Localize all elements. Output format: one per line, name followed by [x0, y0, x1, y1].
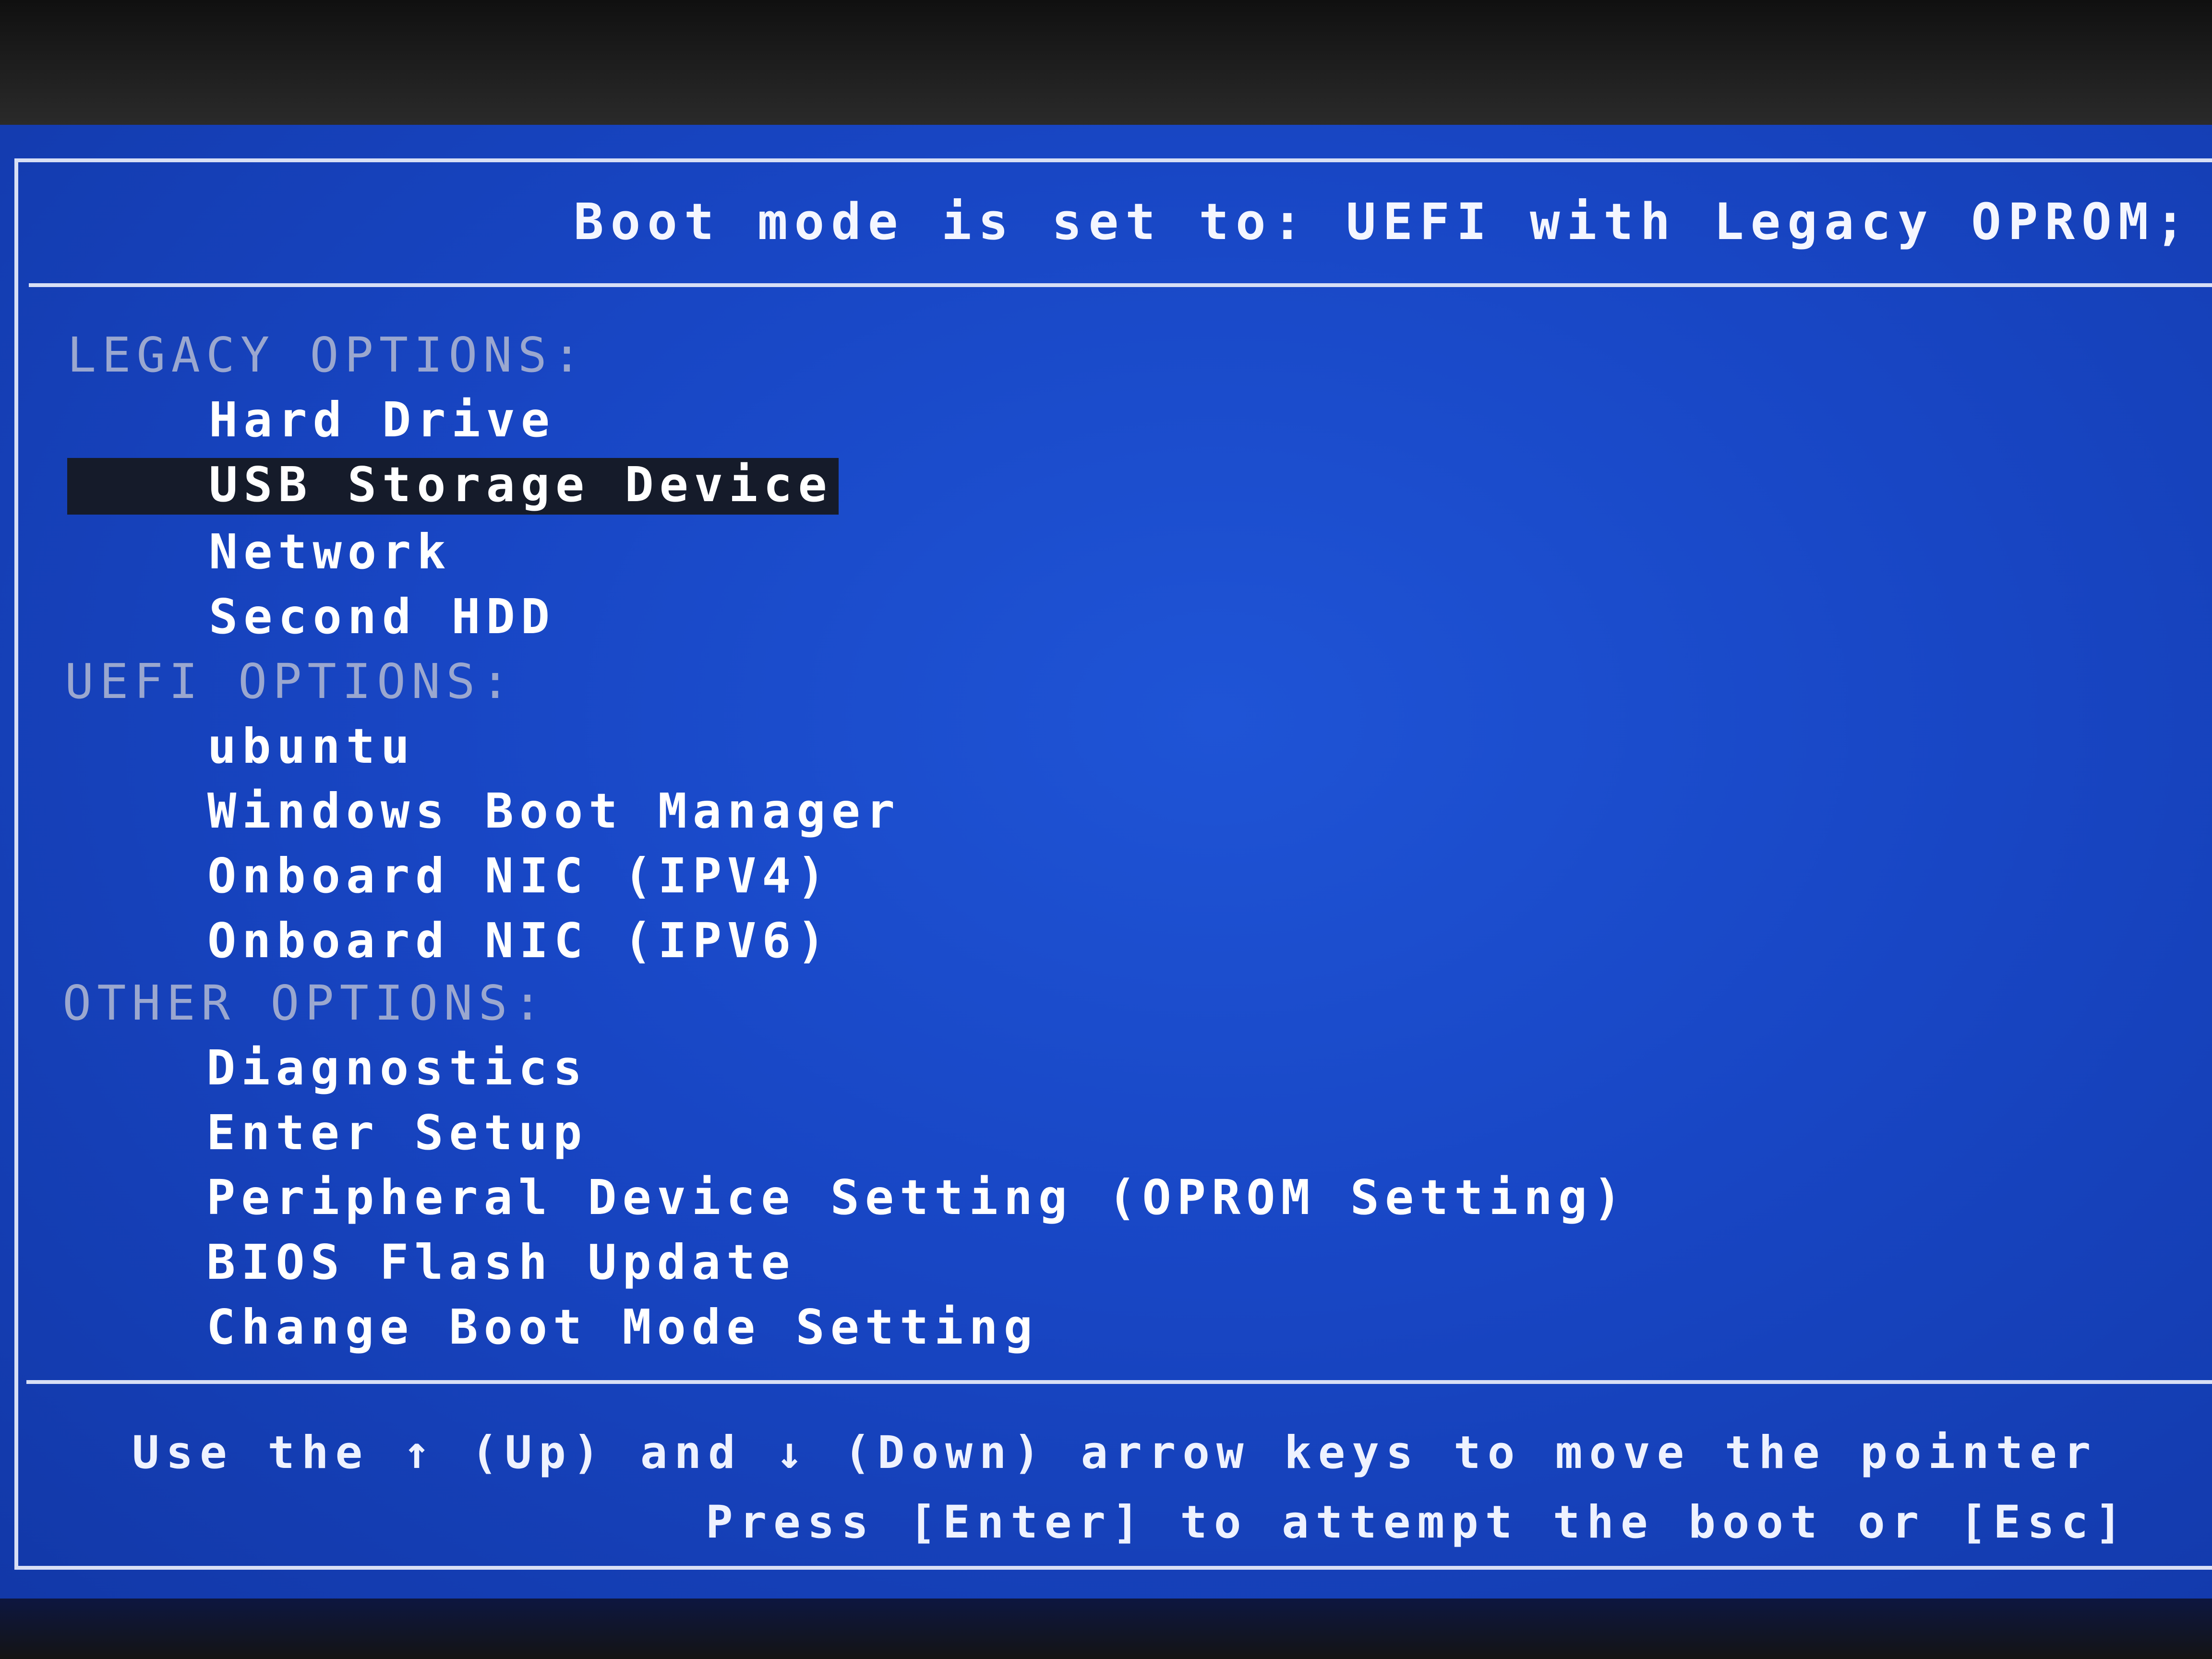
section-legacy-options: LEGACY OPTIONS: — [67, 327, 588, 383]
boot-item-windows-boot-manager[interactable]: Windows Boot Manager — [207, 787, 901, 835]
footer-action-hint: Press [Enter] to attempt the boot or [Es… — [706, 1496, 2129, 1549]
boot-item-onboard-nic-ipv6[interactable]: Onboard NIC (IPV6) — [207, 917, 831, 965]
boot-item-network[interactable]: Network — [209, 528, 451, 576]
other-item-diagnostics[interactable]: Diagnostics — [206, 1044, 588, 1092]
boot-item-second-hdd[interactable]: Second HDD — [209, 593, 555, 641]
boot-item-hard-drive[interactable]: Hard Drive — [209, 396, 555, 444]
section-uefi-options: UEFI OPTIONS: — [65, 653, 516, 709]
footer-navigation-hint: Use the ↑ (Up) and ↓ (Down) arrow keys t… — [132, 1427, 2098, 1479]
boot-item-usb-storage-device[interactable]: USB Storage Device — [67, 458, 839, 515]
bios-boot-screen: Boot mode is set to: UEFI with Legacy OP… — [0, 125, 2212, 1608]
footer-divider — [26, 1380, 2212, 1384]
boot-item-ubuntu[interactable]: ubuntu — [207, 722, 415, 770]
monitor-bezel-top — [0, 0, 2212, 125]
other-item-peripheral-device-setting[interactable]: Peripheral Device Setting (OPROM Setting… — [206, 1174, 1627, 1222]
header-divider — [29, 283, 2212, 287]
other-item-bios-flash-update[interactable]: BIOS Flash Update — [206, 1238, 796, 1286]
other-item-enter-setup[interactable]: Enter Setup — [206, 1109, 588, 1157]
monitor-bezel-bottom — [0, 1599, 2212, 1659]
section-other-options: OTHER OPTIONS: — [62, 975, 548, 1031]
other-item-change-boot-mode-setting[interactable]: Change Boot Mode Setting — [206, 1303, 1038, 1351]
boot-mode-title: Boot mode is set to: UEFI with Legacy OP… — [574, 192, 2212, 251]
boot-item-onboard-nic-ipv4[interactable]: Onboard NIC (IPV4) — [207, 852, 831, 900]
